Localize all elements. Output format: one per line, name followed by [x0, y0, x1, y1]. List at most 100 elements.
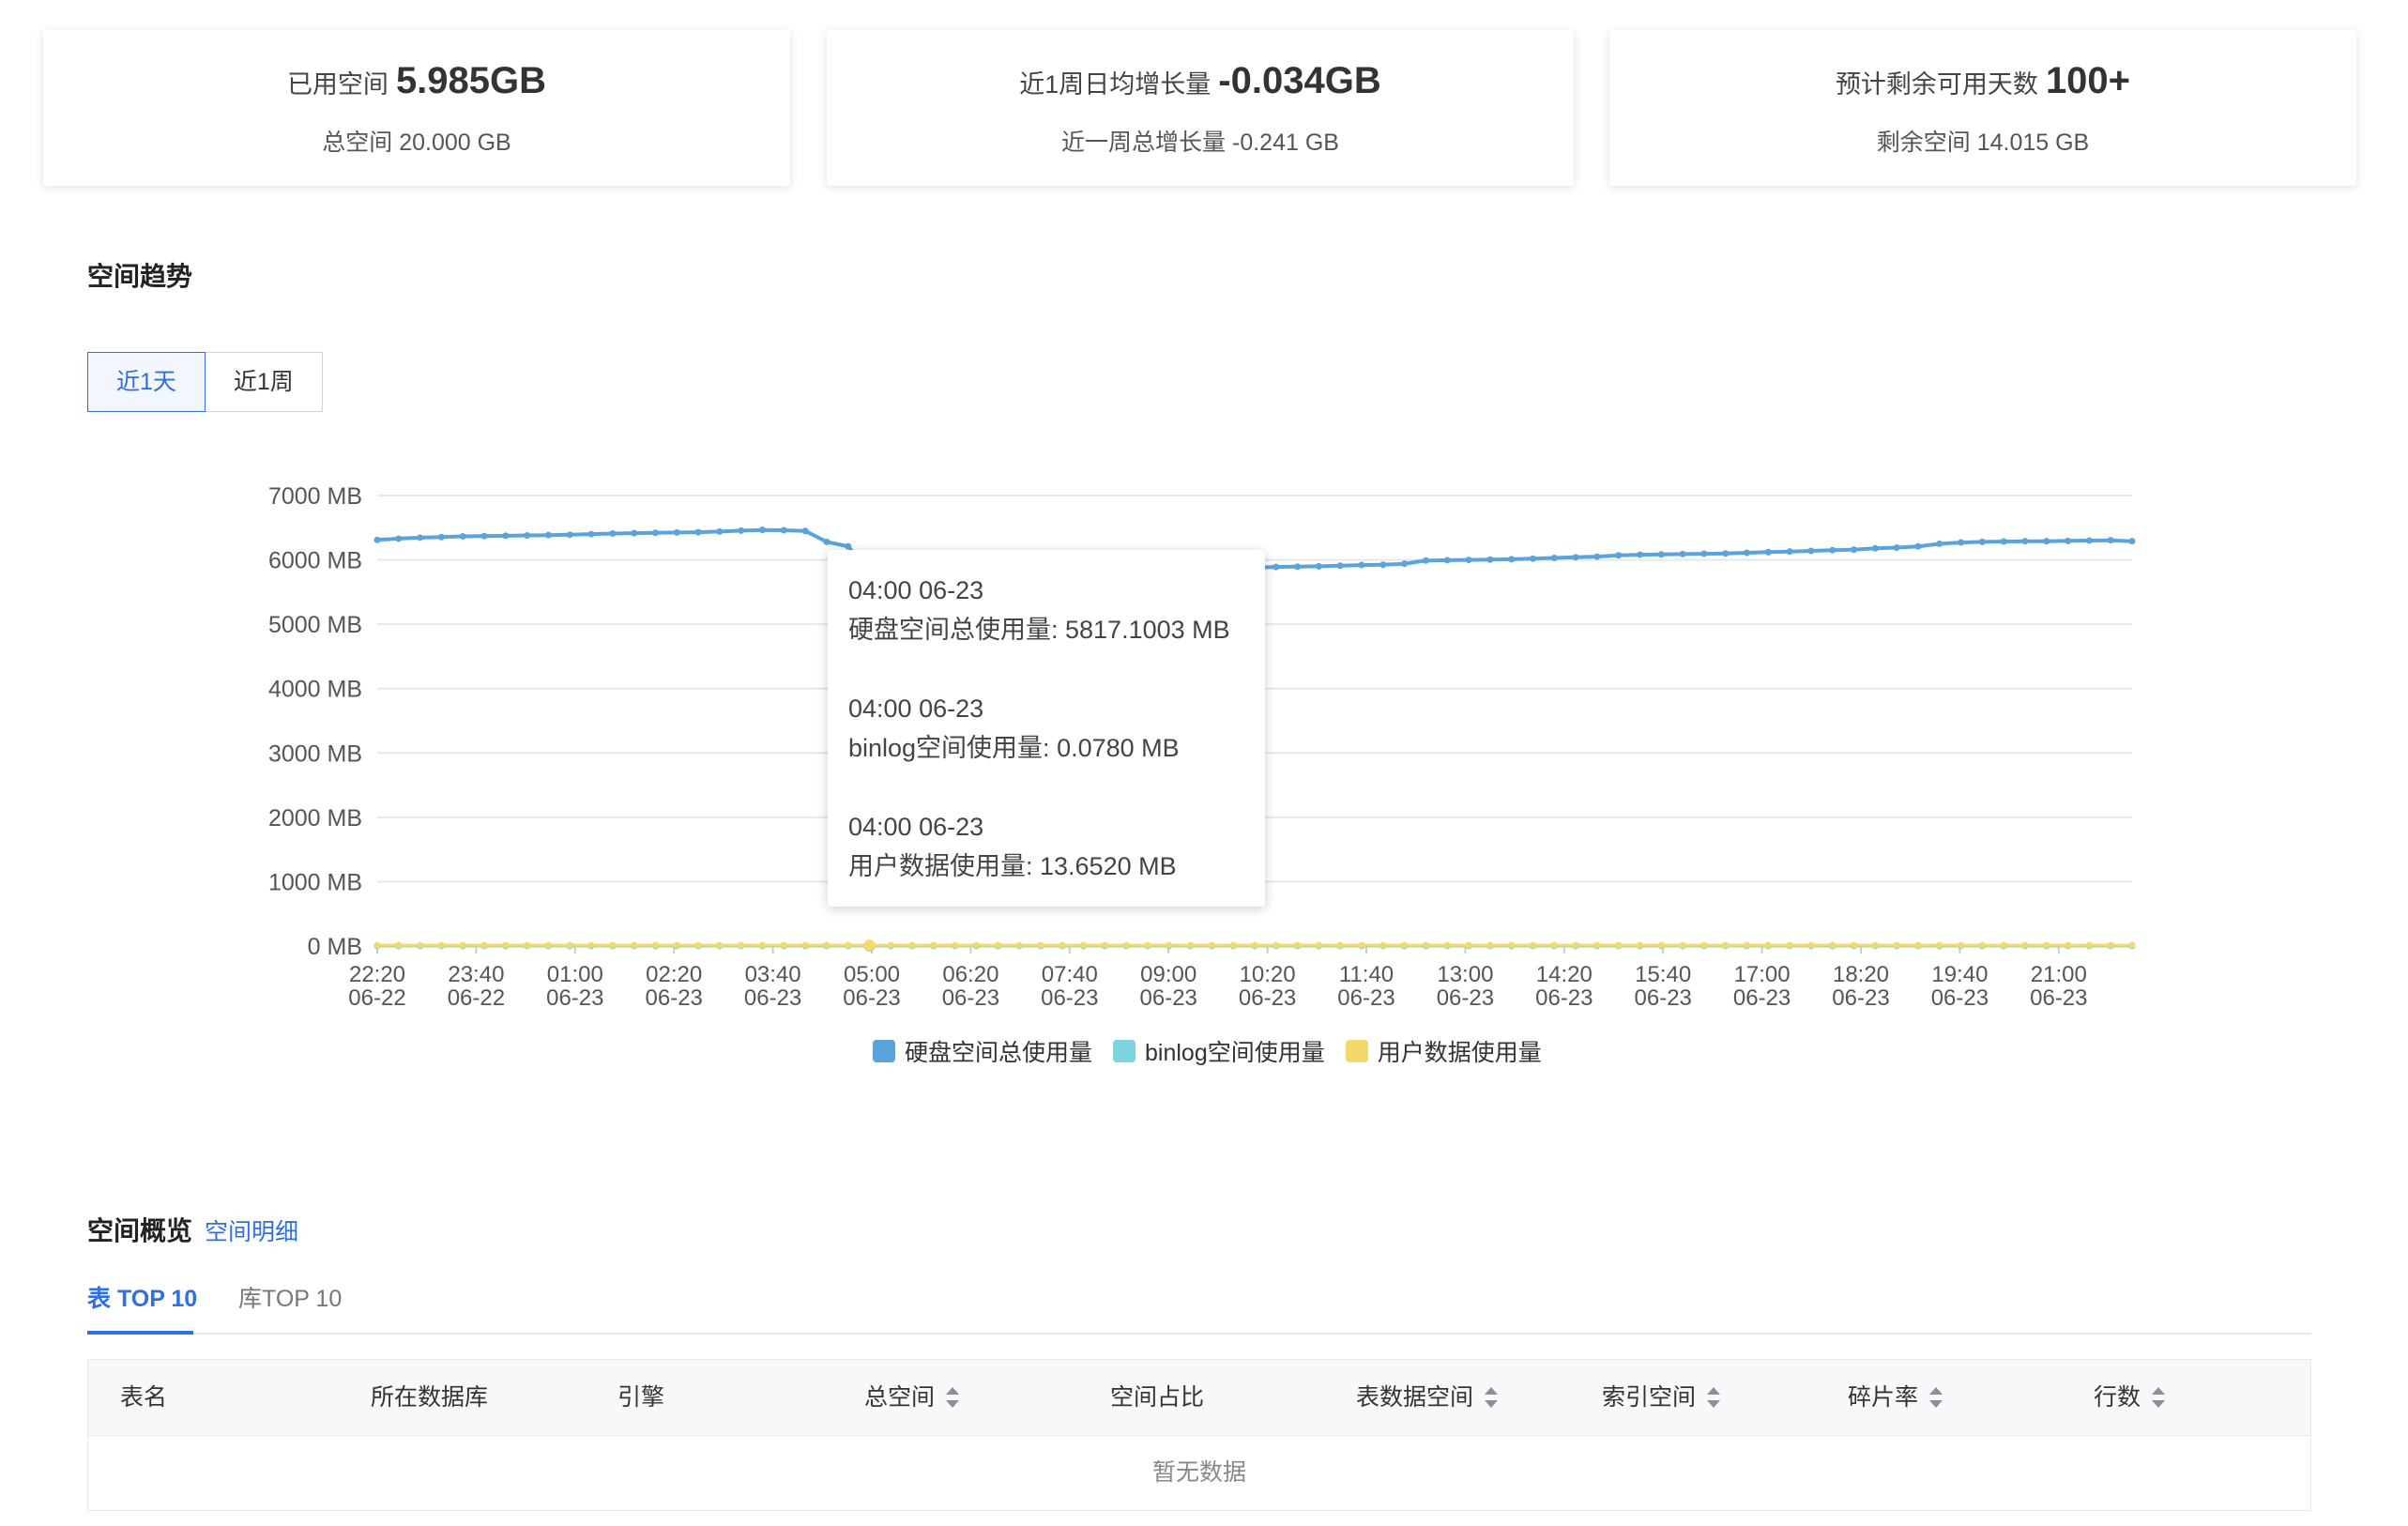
- x-tick-label: 05:00: [844, 962, 900, 987]
- x-tick-label: 21:00: [2031, 962, 2087, 987]
- range-1week-button[interactable]: 近1周: [205, 352, 323, 412]
- x-tick-label-date: 06-23: [1239, 985, 1296, 1011]
- data-point-user-data: [1401, 941, 1409, 949]
- data-point-disk-usage: [2065, 537, 2072, 544]
- card-label: 近1周日均增长量: [1019, 70, 1212, 99]
- data-point-user-data: [973, 941, 981, 949]
- data-point-disk-usage: [1807, 547, 1815, 555]
- data-point-user-data: [480, 941, 488, 949]
- data-point-user-data: [524, 941, 531, 949]
- sort-icon[interactable]: [1929, 1387, 1943, 1408]
- data-point-user-data: [1144, 941, 1151, 949]
- data-point-user-data: [566, 941, 573, 949]
- x-tick-label: 18:20: [1833, 962, 1889, 987]
- card-subtext: 总空间 20.000 GB: [322, 130, 511, 156]
- legend-item-binlog[interactable]: binlog空间使用量: [1113, 1034, 1325, 1068]
- data-point-user-data: [2065, 941, 2072, 949]
- x-tick-label-date: 06-23: [1832, 985, 1889, 1011]
- x-tick-label: 17:00: [1734, 962, 1791, 987]
- data-point-user-data: [1229, 941, 1237, 949]
- data-point-user-data: [1529, 941, 1536, 949]
- table-header: 表名 所在数据库 引擎 总空间 空间占比 表数据空间 索引空间 碎片率 行数: [88, 1360, 2310, 1436]
- data-point-user-data: [1486, 941, 1494, 949]
- col-data-space[interactable]: 表数据空间: [1356, 1360, 1499, 1435]
- data-point-disk-usage: [502, 532, 510, 540]
- card-value: -0.034GB: [1218, 60, 1381, 101]
- sort-icon[interactable]: [946, 1387, 960, 1408]
- data-point-disk-usage: [1422, 557, 1429, 564]
- space-detail-link[interactable]: 空间明细: [205, 1213, 298, 1247]
- data-point-user-data: [1273, 941, 1280, 949]
- col-fragment-rate[interactable]: 碎片率: [1848, 1360, 1943, 1435]
- data-point-user-data: [1379, 941, 1387, 949]
- data-point-disk-usage: [1914, 542, 1922, 550]
- sort-icon[interactable]: [1485, 1387, 1499, 1408]
- sort-icon[interactable]: [2152, 1387, 2166, 1408]
- data-point-disk-usage: [1550, 555, 1558, 562]
- data-point-disk-usage: [1679, 550, 1686, 557]
- data-point-disk-usage: [1315, 562, 1322, 570]
- data-point-disk-usage: [2107, 537, 2114, 544]
- data-point-disk-usage: [2000, 538, 2007, 545]
- x-tick-label-date: 06-23: [1437, 985, 1494, 1011]
- data-point-disk-usage: [1572, 554, 1579, 561]
- data-point-disk-usage: [373, 536, 381, 543]
- data-point-disk-usage: [758, 526, 766, 534]
- data-point-disk-usage: [480, 532, 488, 540]
- legend-label: 硬盘空间总使用量: [905, 1040, 1093, 1066]
- x-tick-label: 09:00: [1140, 962, 1196, 987]
- data-point-disk-usage: [609, 529, 617, 537]
- legend-swatch: [1345, 1040, 1368, 1062]
- sort-icon[interactable]: [1707, 1387, 1721, 1408]
- tab-db-top10[interactable]: 库TOP 10: [238, 1280, 342, 1314]
- x-tick-label: 10:20: [1240, 962, 1296, 987]
- data-point-disk-usage: [1936, 540, 1943, 547]
- tooltip-group: 04:00 06-23 用户数据使用量: 13.6520 MB: [848, 807, 1244, 886]
- legend-item-userdata[interactable]: 用户数据使用量: [1345, 1034, 1542, 1068]
- y-tick-label: 7000 MB: [268, 483, 362, 510]
- col-rows[interactable]: 行数: [2094, 1360, 2166, 1435]
- data-point-user-data: [1829, 941, 1836, 949]
- data-point-disk-usage: [694, 528, 702, 536]
- data-point-disk-usage: [823, 538, 831, 545]
- data-point-disk-usage: [716, 527, 724, 535]
- card-value: 100+: [2045, 60, 2131, 101]
- data-point-user-data: [1037, 941, 1044, 949]
- legend-item-disk[interactable]: 硬盘空间总使用量: [873, 1034, 1092, 1068]
- tab-table-top10[interactable]: 表 TOP 10: [87, 1280, 197, 1314]
- col-database: 所在数据库: [371, 1384, 489, 1411]
- data-point-disk-usage: [1829, 546, 1836, 554]
- y-tick-label: 2000 MB: [268, 805, 362, 832]
- data-point-user-data: [845, 941, 852, 949]
- data-point-user-data: [758, 941, 766, 949]
- col-total-space[interactable]: 总空间: [864, 1360, 960, 1435]
- x-tick-label-date: 06-22: [348, 985, 405, 1011]
- data-point-user-data: [2043, 941, 2050, 949]
- data-point-user-data: [1722, 941, 1730, 949]
- data-point-disk-usage: [1636, 551, 1643, 558]
- data-point-disk-usage: [1465, 557, 1472, 564]
- data-point-user-data: [863, 939, 876, 952]
- data-point-user-data: [1764, 941, 1772, 949]
- x-tick-label: 13:00: [1437, 962, 1493, 987]
- x-tick-label-date: 06-23: [1635, 985, 1692, 1011]
- data-point-disk-usage: [1764, 548, 1772, 556]
- col-index-space[interactable]: 索引空间: [1602, 1360, 1721, 1435]
- data-point-user-data: [1914, 941, 1922, 949]
- data-point-user-data: [651, 941, 659, 949]
- data-point-disk-usage: [1294, 563, 1302, 571]
- data-point-disk-usage: [417, 534, 424, 542]
- x-tick-label: 19:40: [1931, 962, 1988, 987]
- overview-tabs: 表 TOP 10 库TOP 10: [87, 1276, 2311, 1335]
- data-point-user-data: [673, 941, 680, 949]
- card-subtext: 剩余空间 14.015 GB: [1876, 130, 2090, 156]
- data-point-disk-usage: [631, 529, 638, 537]
- range-1day-button[interactable]: 近1天: [87, 352, 206, 412]
- data-point-user-data: [1851, 941, 1858, 949]
- x-tick-label-date: 06-23: [1337, 985, 1395, 1011]
- data-point-disk-usage: [2085, 537, 2093, 544]
- data-point-disk-usage: [1358, 561, 1365, 569]
- legend-swatch: [873, 1040, 895, 1062]
- data-point-user-data: [1508, 941, 1516, 949]
- data-point-disk-usage: [1401, 560, 1409, 568]
